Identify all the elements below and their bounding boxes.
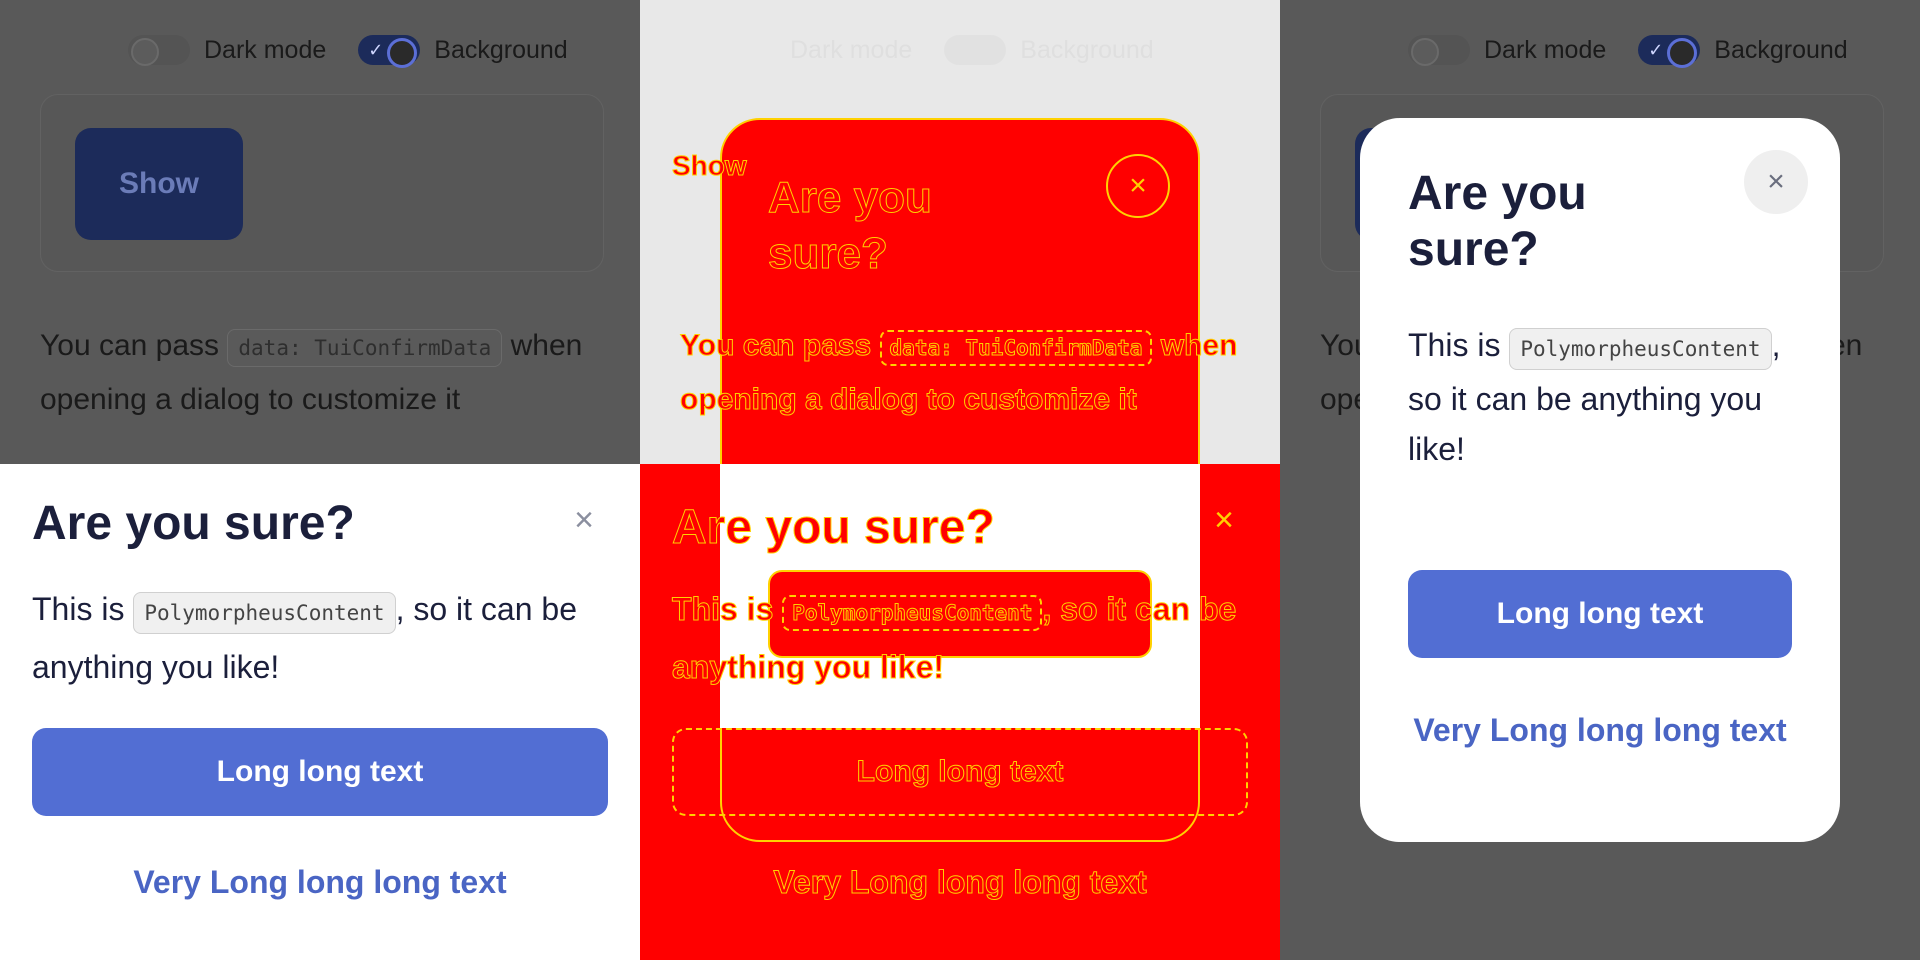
show-button[interactable]: Show xyxy=(75,128,243,240)
background-toggle[interactable]: ✓ xyxy=(1638,35,1701,68)
dialog-body: This is PolymorpheusContent, so it can b… xyxy=(1408,320,1808,474)
demo-card: Show xyxy=(40,94,604,272)
sheet-title: Are you sure? xyxy=(672,501,996,555)
background-label: Background xyxy=(1714,35,1848,64)
dialog-title: Are you sure? xyxy=(1408,167,1587,276)
panel-mobile-sheet: Dark mode ✓ Background Show You can pass… xyxy=(0,0,640,960)
body-prefix: This is xyxy=(1408,327,1501,363)
body-code: PolymorpheusContent xyxy=(133,592,396,634)
dialog-body: This is PolymorpheusContent, so it can b… xyxy=(32,582,612,694)
cancel-button[interactable]: Very Long long long text xyxy=(672,864,1248,901)
confirm-dialog: Are you sure? × This is PolymorpheusCont… xyxy=(1360,118,1840,842)
description-prefix: You can pass xyxy=(40,329,220,362)
dark-mode-label: Dark mode xyxy=(790,35,913,64)
close-icon[interactable]: × xyxy=(1106,154,1170,218)
body-prefix: This is xyxy=(32,591,125,627)
body-code: PolymorpheusContent xyxy=(782,595,1043,631)
description-text: You can pass data: TuiConfirmData when o… xyxy=(679,320,1260,426)
panel-glitched: Dark mode Background Show Are you sure? … xyxy=(640,0,1280,960)
check-icon: ✓ xyxy=(368,40,384,60)
check-icon: ✓ xyxy=(1648,40,1664,60)
show-button[interactable]: Show xyxy=(672,150,748,182)
dark-mode-label: Dark mode xyxy=(204,35,327,64)
sheet-close-icon[interactable]: × xyxy=(1206,502,1242,538)
body-prefix: This is xyxy=(671,591,774,628)
description-code: data: TuiConfirmData xyxy=(227,329,503,367)
panel-centered-dialog: Dark mode ✓ Background Show You can pass… xyxy=(1280,0,1920,960)
close-icon[interactable]: × xyxy=(566,502,602,538)
close-icon[interactable]: × xyxy=(1744,150,1808,214)
dark-mode-label: Dark mode xyxy=(1484,35,1607,64)
cancel-button[interactable]: Very Long long long text xyxy=(32,864,608,901)
topbar: Dark mode Background xyxy=(790,28,1172,72)
background-label: Background xyxy=(434,35,568,64)
confirm-button[interactable]: Long long text xyxy=(672,728,1248,816)
confirm-button[interactable]: Long long text xyxy=(1408,570,1792,658)
topbar: Dark mode ✓ Background xyxy=(128,28,586,72)
topbar: Dark mode ✓ Background xyxy=(1408,28,1866,72)
dialog-title: Are you sure? xyxy=(768,173,933,279)
background-toggle[interactable] xyxy=(944,35,1007,65)
dialog-body: This is PolymorpheusContent, so it can b… xyxy=(671,582,1262,694)
description-prefix: You can pass xyxy=(679,329,872,363)
confirm-sheet: Are you sure? × This is PolymorpheusCont… xyxy=(0,464,640,960)
description-text: You can pass data: TuiConfirmData when o… xyxy=(40,320,600,426)
cancel-button[interactable]: Very Long long long text xyxy=(1380,712,1820,749)
description-code: data: TuiConfirmData xyxy=(879,330,1153,366)
confirm-button[interactable]: Long long text xyxy=(32,728,608,816)
dark-mode-toggle[interactable] xyxy=(1408,35,1470,66)
body-code: PolymorpheusContent xyxy=(1509,328,1772,370)
dark-mode-toggle[interactable] xyxy=(128,35,190,66)
background-label: Background xyxy=(1020,35,1154,64)
dialog-title: Are you sure? xyxy=(32,497,355,550)
background-toggle[interactable]: ✓ xyxy=(358,35,421,68)
